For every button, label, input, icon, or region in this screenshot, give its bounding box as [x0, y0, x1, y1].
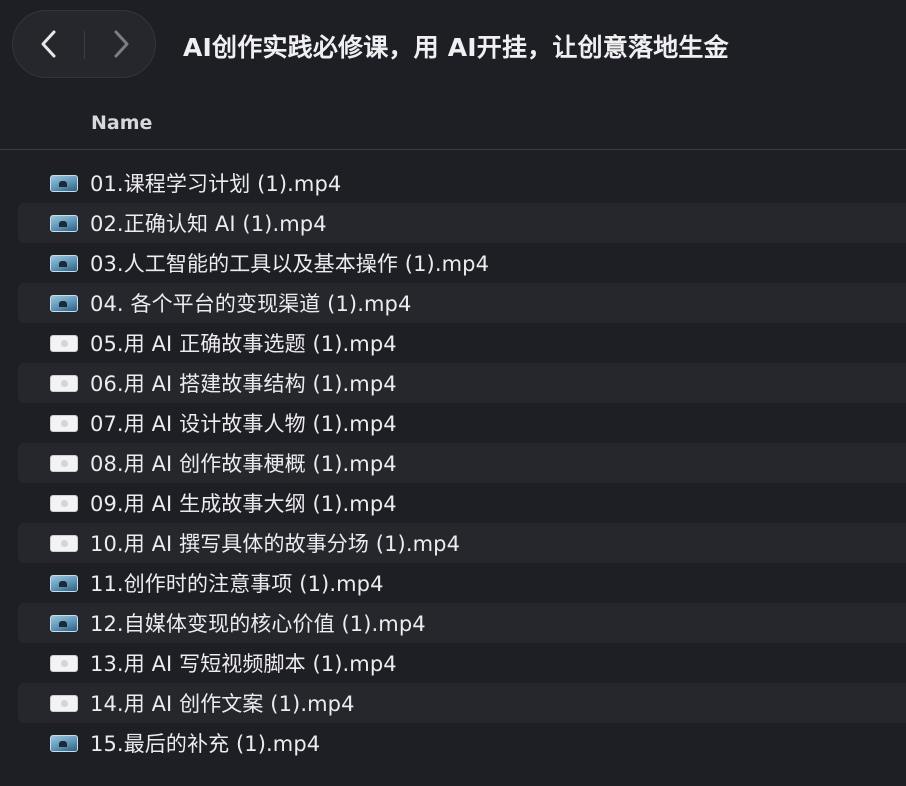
file-row[interactable]: 13.用 AI 写短视频脚本 (1).mp4: [18, 643, 906, 683]
video-file-icon: [50, 454, 78, 472]
file-name: 02.正确认知 AI (1).mp4: [90, 212, 327, 236]
file-name: 10.用 AI 撰写具体的故事分场 (1).mp4: [90, 532, 461, 556]
finder-window: AI创作实践必修课，用 AI开挂，让创意落地生金 Name 01.课程学习计划 …: [0, 0, 906, 786]
chevron-right-icon: [114, 30, 129, 58]
column-header-name[interactable]: Name: [91, 112, 152, 134]
file-row[interactable]: 05.用 AI 正确故事选题 (1).mp4: [18, 323, 906, 363]
back-button[interactable]: [13, 11, 85, 77]
chevron-left-icon: [41, 30, 56, 58]
file-name: 11.创作时的注意事项 (1).mp4: [90, 572, 384, 596]
toolbar: AI创作实践必修课，用 AI开挂，让创意落地生金: [0, 0, 906, 92]
video-file-icon: [50, 374, 78, 392]
navigation-buttons: [12, 10, 156, 78]
window-title: AI创作实践必修课，用 AI开挂，让创意落地生金: [183, 33, 729, 62]
video-file-icon: [50, 414, 78, 432]
file-name: 15.最后的补充 (1).mp4: [90, 732, 321, 756]
video-thumbnail-icon: [50, 294, 78, 312]
file-name: 13.用 AI 写短视频脚本 (1).mp4: [90, 652, 397, 676]
file-row[interactable]: 09.用 AI 生成故事大纲 (1).mp4: [18, 483, 906, 523]
video-thumbnail-icon: [50, 254, 78, 272]
video-thumbnail-icon: [50, 174, 78, 192]
file-name: 08.用 AI 创作故事梗概 (1).mp4: [90, 452, 397, 476]
file-list: 01.课程学习计划 (1).mp4 02.正确认知 AI (1).mp4 03.人工…: [18, 163, 906, 763]
file-row[interactable]: 01.课程学习计划 (1).mp4: [18, 163, 906, 203]
video-thumbnail-icon: [50, 614, 78, 632]
file-row[interactable]: 10.用 AI 撰写具体的故事分场 (1).mp4: [18, 523, 906, 563]
file-row[interactable]: 11.创作时的注意事项 (1).mp4: [18, 563, 906, 603]
file-row[interactable]: 12.自媒体变现的核心价值 (1).mp4: [18, 603, 906, 643]
file-name: 03.人工智能的工具以及基本操作 (1).mp4: [90, 252, 490, 276]
file-row[interactable]: 06.用 AI 搭建故事结构 (1).mp4: [18, 363, 906, 403]
video-thumbnail-icon: [50, 214, 78, 232]
video-file-icon: [50, 334, 78, 352]
file-name: 06.用 AI 搭建故事结构 (1).mp4: [90, 372, 397, 396]
file-name: 09.用 AI 生成故事大纲 (1).mp4: [90, 492, 397, 516]
video-thumbnail-icon: [50, 734, 78, 752]
file-row[interactable]: 15.最后的补充 (1).mp4: [18, 723, 906, 763]
file-row[interactable]: 02.正确认知 AI (1).mp4: [18, 203, 906, 243]
column-header-row: Name: [0, 104, 906, 150]
video-file-icon: [50, 654, 78, 672]
forward-button[interactable]: [85, 11, 157, 77]
video-thumbnail-icon: [50, 574, 78, 592]
file-name: 04. 各个平台的变现渠道 (1).mp4: [90, 292, 412, 316]
file-name: 07.用 AI 设计故事人物 (1).mp4: [90, 412, 397, 436]
file-row[interactable]: 14.用 AI 创作文案 (1).mp4: [18, 683, 906, 723]
video-file-icon: [50, 534, 78, 552]
file-row[interactable]: 04. 各个平台的变现渠道 (1).mp4: [18, 283, 906, 323]
video-file-icon: [50, 494, 78, 512]
file-row[interactable]: 08.用 AI 创作故事梗概 (1).mp4: [18, 443, 906, 483]
file-name: 12.自媒体变现的核心价值 (1).mp4: [90, 612, 426, 636]
file-name: 01.课程学习计划 (1).mp4: [90, 172, 342, 196]
file-name: 14.用 AI 创作文案 (1).mp4: [90, 692, 355, 716]
file-row[interactable]: 07.用 AI 设计故事人物 (1).mp4: [18, 403, 906, 443]
file-name: 05.用 AI 正确故事选题 (1).mp4: [90, 332, 397, 356]
file-row[interactable]: 03.人工智能的工具以及基本操作 (1).mp4: [18, 243, 906, 283]
video-file-icon: [50, 694, 78, 712]
